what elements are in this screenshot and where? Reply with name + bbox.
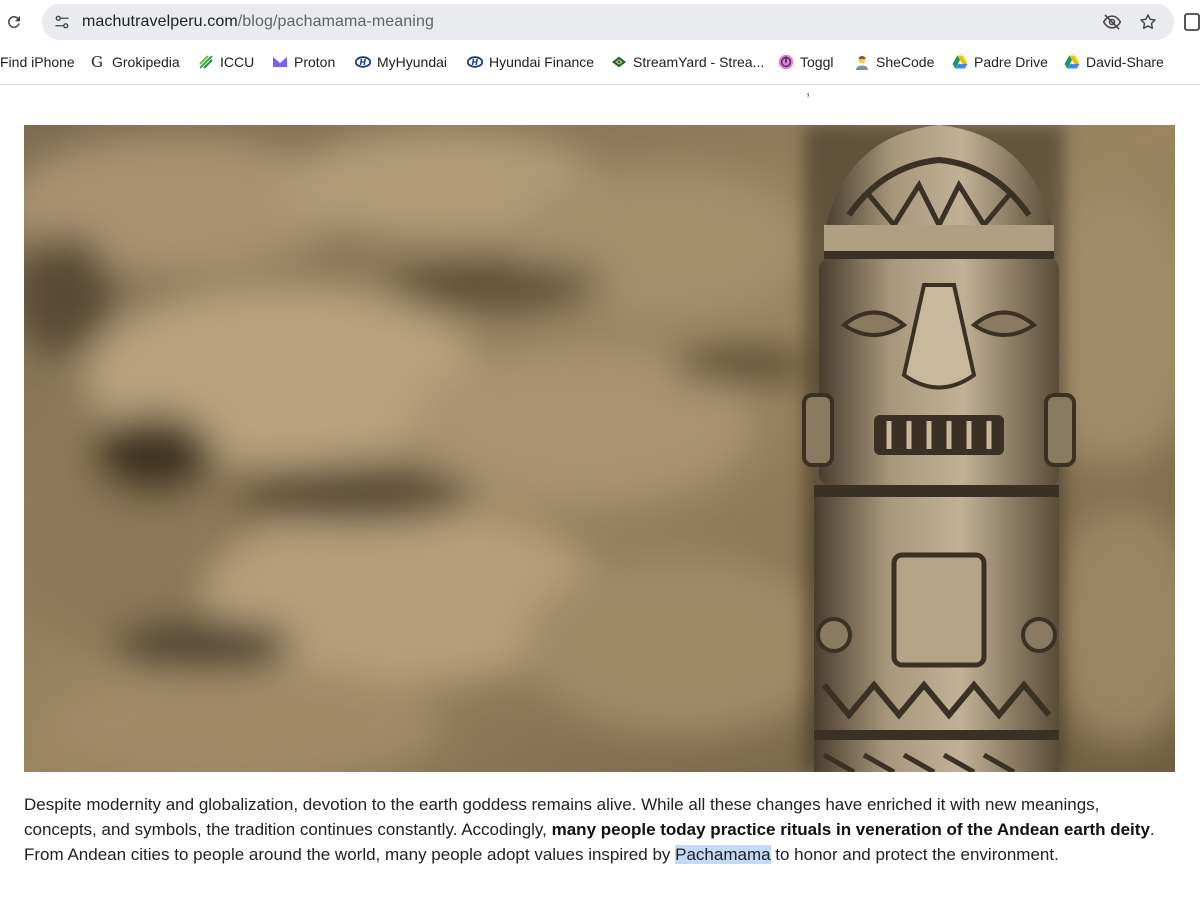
- bookmark-label: Hyundai Finance: [489, 54, 595, 70]
- cut-off-text: ,: [806, 82, 811, 99]
- bookmark-label: Padre Drive: [974, 54, 1048, 70]
- proton-icon: [272, 54, 288, 70]
- bookmarks-bar: Find iPhone G Grokipedia ICCU Proton H M…: [0, 46, 1200, 78]
- site-info-icon[interactable]: [50, 10, 74, 34]
- bookmark-label: Toggl: [800, 54, 834, 70]
- url-host: machutravelperu.com: [82, 13, 238, 30]
- bookmark-hyundai-finance[interactable]: H Hyundai Finance: [467, 50, 594, 74]
- streamyard-icon: [611, 54, 627, 70]
- google-drive-icon: [1064, 54, 1080, 70]
- hyundai-icon: H: [467, 54, 483, 70]
- bookmark-shecode[interactable]: SheCode: [854, 50, 934, 74]
- bookmark-label: StreamYard - Strea...: [633, 54, 765, 70]
- bookmark-streamyard[interactable]: StreamYard - Strea...: [611, 50, 764, 74]
- toolbar-divider: [0, 84, 1200, 85]
- svg-text:H: H: [472, 58, 479, 67]
- browser-toolbar: machutravelperu.com/blog/pachamama-meani…: [0, 0, 1200, 44]
- svg-text:H: H: [360, 58, 367, 67]
- bookmark-myhyundai[interactable]: H MyHyundai: [355, 50, 447, 74]
- bookmark-label: Proton: [294, 54, 336, 70]
- grokipedia-icon: G: [90, 54, 106, 70]
- reload-icon[interactable]: [2, 10, 26, 34]
- bookmark-iccu[interactable]: ICCU: [198, 50, 254, 74]
- selected-text[interactable]: Pachamama: [675, 845, 771, 864]
- bookmark-proton[interactable]: Proton: [272, 50, 335, 74]
- hyundai-icon: H: [355, 54, 371, 70]
- shecode-icon: [854, 54, 870, 70]
- google-drive-icon: [952, 54, 968, 70]
- paragraph-text: to honor and protect the environment.: [770, 845, 1059, 864]
- bookmark-padre-drive[interactable]: Padre Drive: [952, 50, 1048, 74]
- url-path: /blog/pachamama-meaning: [237, 13, 434, 30]
- bookmark-label: MyHyundai: [377, 54, 448, 70]
- bookmark-label: Grokipedia: [112, 54, 180, 70]
- bookmark-label: SheCode: [876, 54, 935, 70]
- bookmark-toggl[interactable]: Toggl: [778, 50, 833, 74]
- bookmark-grokipedia[interactable]: G Grokipedia: [90, 50, 180, 74]
- iccu-icon: [198, 54, 214, 70]
- toggl-icon: [778, 54, 794, 70]
- svg-text:G: G: [91, 54, 103, 70]
- paragraph-bold-text: many people today practice rituals in ve…: [551, 820, 1150, 839]
- bookmark-david-share[interactable]: David-Share: [1064, 50, 1164, 74]
- bookmark-find-iphone[interactable]: Find iPhone: [0, 50, 75, 74]
- bookmark-label: Find iPhone: [0, 54, 75, 70]
- article-paragraph: Despite modernity and globalization, dev…: [24, 792, 1176, 867]
- extension-icon[interactable]: [1182, 12, 1200, 32]
- address-bar[interactable]: machutravelperu.com/blog/pachamama-meani…: [42, 4, 1174, 40]
- pachamama-statue-image: [24, 125, 1175, 772]
- eye-slash-icon[interactable]: [1100, 10, 1124, 34]
- star-icon[interactable]: [1136, 10, 1160, 34]
- bookmark-label: David-Share: [1086, 54, 1164, 70]
- url-text[interactable]: machutravelperu.com/blog/pachamama-meani…: [82, 4, 434, 40]
- bookmark-label: ICCU: [220, 54, 255, 70]
